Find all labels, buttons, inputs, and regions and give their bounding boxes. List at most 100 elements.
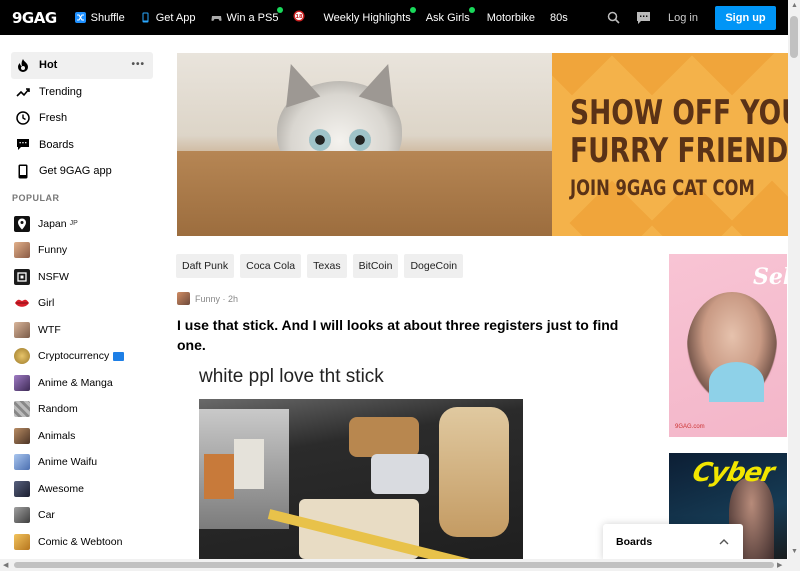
sidebar-item-random[interactable]: Random [11, 396, 153, 423]
post-title[interactable]: I use that stick. And I will looks at ab… [177, 315, 647, 355]
chat-icon[interactable] [635, 10, 651, 26]
top-nav: Shuffle Get App Win a PS5 18 Weekly High… [74, 6, 583, 25]
nav-item-ask-girls[interactable]: Ask Girls [425, 6, 475, 24]
banner-ad-panel: SHOW OFF YOUR FURRY FRIENDS JOIN 9GAG CA… [552, 53, 788, 236]
nav-item-80s[interactable]: 80s [550, 12, 568, 24]
tag-chip[interactable]: DogeCoin [404, 254, 464, 278]
vertical-scrollbar[interactable]: ▲ ▼ [788, 0, 800, 559]
sidebar-item-label: Japan [38, 217, 67, 230]
page: 9GAG Shuffle Get App Win a PS5 18 Weekly… [0, 0, 800, 571]
sidebar-item-label: Anime Waifu [38, 456, 98, 469]
nav-label: Ask Girls [425, 11, 470, 24]
meme-photo [199, 399, 523, 562]
shuffle-icon [74, 12, 86, 23]
sidebar-item-fresh[interactable]: Fresh [11, 105, 153, 132]
sidebar-item-anime-waifu[interactable]: Anime Waifu [11, 449, 153, 476]
horizontal-scrollbar[interactable]: ◀ ▶ [0, 559, 800, 571]
section-avatar[interactable] [177, 292, 190, 305]
horizontal-scroll-thumb[interactable] [14, 562, 774, 568]
chevron-up-icon[interactable] [719, 536, 729, 548]
lips-thumbnail [14, 295, 30, 312]
tag-chip[interactable]: Texas [307, 254, 347, 278]
cardboard-box [177, 151, 552, 236]
sidebar-item-label: Cryptocurrency [38, 350, 110, 363]
sidebar-item-funny[interactable]: Funny [11, 237, 153, 264]
post-image[interactable]: white ppl love tht stick [177, 362, 547, 562]
nav-item-nsfw[interactable]: 18 [293, 10, 305, 25]
scroll-left-arrow-icon[interactable]: ◀ [3, 561, 8, 569]
new-dot [277, 6, 284, 13]
sidebar-item-label: Trending [39, 85, 83, 98]
sidebar-item-label: Funny [38, 244, 68, 257]
sidebar-item-trending[interactable]: Trending [11, 79, 153, 106]
tag-chip[interactable]: Coca Cola [240, 254, 302, 278]
sidebar-item-label: Get 9GAG app [39, 165, 112, 178]
nav-label: Shuffle [90, 11, 125, 24]
18-plus-icon: 18 [293, 10, 305, 25]
car-thumbnail [14, 507, 30, 524]
japan-thumbnail [14, 215, 30, 232]
sidebar-item-wtf[interactable]: WTF [11, 317, 153, 344]
cat-in-box-photo [177, 53, 552, 236]
scroll-up-arrow-icon[interactable]: ▲ [791, 2, 798, 9]
dark-mode-icon[interactable] [575, 10, 591, 26]
scroll-right-arrow-icon[interactable]: ▶ [777, 561, 782, 569]
sidebar-item-label: Awesome [38, 482, 84, 495]
search-icon[interactable] [605, 10, 621, 26]
scroll-down-arrow-icon[interactable]: ▼ [791, 548, 798, 555]
sidebar-item-label: Animals [38, 429, 76, 442]
top-nav-actions: Log in Sign up [575, 0, 800, 35]
sidebar-ad-1[interactable]: Sel 9GAG.com [669, 254, 787, 437]
nav-label: Get App [155, 11, 196, 24]
tag-chip[interactable]: BitCoin [352, 254, 399, 278]
nav-label: Weekly Highlights [323, 11, 411, 24]
more-options-icon[interactable]: ••• [131, 59, 145, 70]
login-link[interactable]: Log in [668, 12, 698, 24]
nav-label: Win a PS5 [226, 11, 279, 24]
sidebar-item-cryptocurrency[interactable]: Cryptocurrency [11, 343, 153, 370]
sidebar-item-get-app[interactable]: Get 9GAG app [11, 158, 153, 185]
nav-item-shuffle[interactable]: Shuffle [74, 11, 125, 24]
nav-label: 80s [550, 11, 568, 24]
trending-icon [15, 84, 31, 100]
nav-item-get-app[interactable]: Get App [140, 12, 196, 24]
sidebar-item-label: Girl [38, 297, 55, 310]
meme-caption: white ppl love tht stick [199, 366, 384, 387]
animals-thumbnail [14, 427, 30, 444]
tag-chip[interactable]: Daft Punk [176, 254, 235, 278]
nav-item-weekly-highlights[interactable]: Weekly Highlights [323, 6, 416, 24]
sidebar-item-label: Anime & Manga [38, 376, 113, 389]
sidebar-item-japan[interactable]: Japan JP [11, 211, 153, 238]
gamepad-icon [210, 12, 222, 23]
boards-popup[interactable]: Boards [603, 524, 743, 560]
nav-item-motorbike[interactable]: Motorbike [487, 12, 535, 24]
logo[interactable]: 9GAG [12, 9, 57, 27]
nav-item-win-ps5[interactable]: Win a PS5 [210, 6, 284, 24]
chat-icon [15, 137, 31, 153]
vertical-scroll-thumb[interactable] [790, 16, 798, 58]
tag-list: Daft Punk Coca Cola Texas BitCoin DogeCo… [176, 254, 464, 278]
crypto-thumbnail [14, 348, 30, 365]
sidebar-item-nsfw[interactable]: NSFW [11, 264, 153, 291]
banner-headline-2: FURRY FRIENDS [570, 131, 788, 171]
clock-icon [15, 110, 31, 126]
sidebar-item-awesome[interactable]: Awesome [11, 476, 153, 503]
signup-button[interactable]: Sign up [715, 5, 776, 30]
sidebar-item-label: Fresh [39, 112, 68, 125]
banner-subline: JOIN 9GAG CAT COM [570, 176, 755, 200]
post-section[interactable]: Funny [195, 294, 220, 304]
sidebar-item-comic-webtoon[interactable]: Comic & Webtoon [11, 529, 153, 556]
new-badge-icon [113, 351, 125, 361]
top-navigation-bar: 9GAG Shuffle Get App Win a PS5 18 Weekly… [0, 0, 800, 35]
sidebar-item-girl[interactable]: Girl [11, 290, 153, 317]
funny-thumbnail [14, 242, 30, 259]
phone-icon [15, 163, 31, 179]
sidebar-item-boards[interactable]: Boards [11, 132, 153, 159]
sidebar-item-anime-manga[interactable]: Anime & Manga [11, 370, 153, 397]
country-code: JP [69, 220, 78, 228]
cat-community-banner[interactable]: SHOW OFF YOUR FURRY FRIENDS JOIN 9GAG CA… [177, 53, 788, 236]
sidebar-item-animals[interactable]: Animals [11, 423, 153, 450]
sidebar-item-car[interactable]: Car [11, 502, 153, 529]
sidebar: Hot ••• Trending Fresh Boards Get 9GAG a… [11, 52, 153, 555]
sidebar-item-hot[interactable]: Hot ••• [11, 52, 153, 79]
